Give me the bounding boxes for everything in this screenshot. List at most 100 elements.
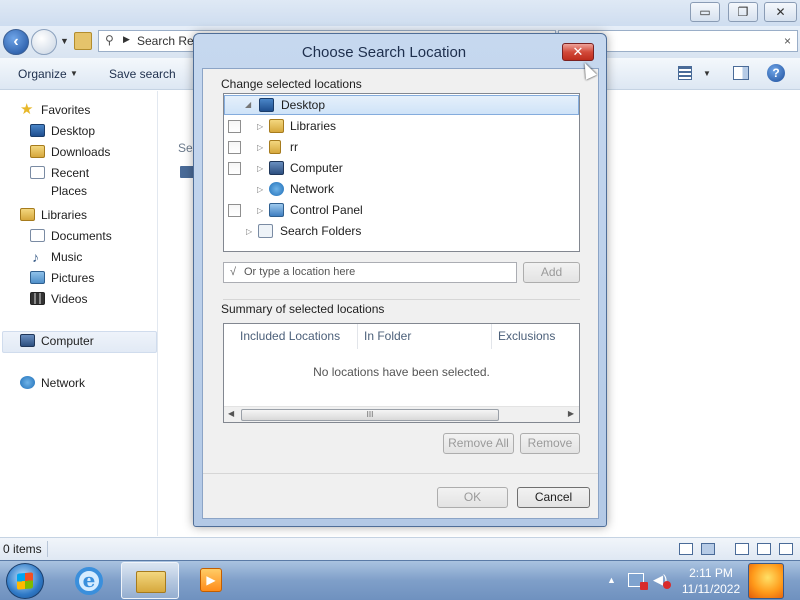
libraries-icon bbox=[269, 119, 284, 133]
collapse-icon[interactable]: ◢ bbox=[245, 96, 251, 114]
music-icon: ♪ bbox=[32, 249, 39, 265]
organize-menu[interactable]: Organize bbox=[18, 67, 67, 81]
ok-button[interactable]: OK bbox=[437, 487, 508, 508]
expand-icon[interactable]: ▷ bbox=[257, 200, 263, 221]
taskbar: e ▶ ▲ ◀) 2:11 PM 11/11/2022 bbox=[0, 560, 800, 600]
clear-search-icon[interactable]: × bbox=[784, 34, 791, 48]
network-icon bbox=[20, 376, 35, 389]
summary-list: Included Locations In Folder Exclusions … bbox=[223, 323, 580, 423]
summary-label: Summary of selected locations bbox=[221, 302, 385, 316]
pictures-icon bbox=[30, 271, 45, 284]
tree-item-desktop[interactable]: ◢ Desktop bbox=[224, 95, 579, 115]
tree-item-label: Search Folders bbox=[280, 224, 362, 238]
column-header-exclusions[interactable]: Exclusions bbox=[492, 324, 579, 349]
tree-item-label: rr bbox=[290, 140, 298, 154]
desktop-icon bbox=[259, 98, 274, 112]
breadcrumb-arrow-icon[interactable]: ▶ bbox=[123, 34, 130, 45]
view-options-chevron-icon[interactable]: ▼ bbox=[703, 69, 711, 78]
media-player-icon: ▶ bbox=[200, 568, 222, 592]
remove-all-button[interactable]: Remove All bbox=[443, 433, 514, 454]
start-button[interactable] bbox=[6, 563, 44, 599]
minimize-button[interactable]: ▭ bbox=[690, 2, 720, 22]
tree-item-label: Control Panel bbox=[290, 203, 363, 217]
chevron-down-icon[interactable]: ▼ bbox=[70, 69, 78, 78]
back-button[interactable]: ‹ bbox=[3, 29, 29, 55]
taskbar-media-player[interactable]: ▶ bbox=[180, 562, 238, 599]
expand-icon[interactable]: ▷ bbox=[257, 137, 263, 158]
checkbox[interactable] bbox=[228, 162, 241, 175]
expand-icon[interactable]: ▷ bbox=[257, 116, 263, 137]
tree-item-network[interactable]: ▷ Network bbox=[224, 179, 579, 200]
view-toggle-icon[interactable] bbox=[735, 543, 749, 555]
nav-item-label: Documents bbox=[51, 229, 112, 243]
checkbox[interactable] bbox=[228, 204, 241, 217]
add-button[interactable]: Add bbox=[523, 262, 580, 283]
nav-item-label: Computer bbox=[41, 334, 94, 348]
clock-time[interactable]: 2:11 PM bbox=[676, 566, 746, 580]
tree-item-label: Network bbox=[290, 182, 335, 196]
tree-item-computer[interactable]: ▷ Computer bbox=[224, 158, 579, 179]
computer-icon bbox=[20, 334, 35, 347]
computer-icon bbox=[269, 161, 284, 175]
divider bbox=[223, 299, 580, 300]
item-count: 0 items bbox=[3, 542, 42, 556]
location-placeholder: Or type a location here bbox=[244, 266, 356, 278]
location-input[interactable]: √ Or type a location here bbox=[223, 262, 517, 283]
checkbox[interactable] bbox=[228, 120, 241, 133]
checkbox[interactable] bbox=[228, 141, 241, 154]
column-header-in-folder[interactable]: In Folder bbox=[358, 324, 492, 349]
clock-date[interactable]: 11/11/2022 bbox=[676, 582, 746, 596]
volume-muted-icon bbox=[663, 581, 671, 589]
nav-item-label: Music bbox=[51, 250, 83, 264]
tree-item-label: Computer bbox=[290, 161, 343, 175]
window-close-button[interactable]: ✕ bbox=[764, 2, 797, 22]
forward-button[interactable] bbox=[31, 29, 57, 55]
tree-item-libraries[interactable]: ▷ Libraries bbox=[224, 116, 579, 137]
show-hidden-icons-icon[interactable]: ▲ bbox=[607, 575, 616, 585]
taskbar-windows-explorer[interactable] bbox=[121, 562, 179, 599]
change-view-icon[interactable] bbox=[678, 66, 692, 80]
divider bbox=[203, 473, 598, 474]
dialog-close-button[interactable]: ✕ bbox=[562, 43, 594, 61]
save-search-button[interactable]: Save search bbox=[109, 67, 176, 81]
remove-button[interactable]: Remove bbox=[520, 433, 580, 454]
view-toggle-icon[interactable] bbox=[779, 543, 793, 555]
maximize-button[interactable]: ❐ bbox=[728, 2, 758, 22]
expand-icon[interactable]: ▷ bbox=[257, 158, 263, 179]
change-locations-label: Change selected locations bbox=[221, 77, 362, 91]
details-view-icon[interactable] bbox=[679, 543, 693, 555]
expand-icon[interactable]: ▷ bbox=[246, 221, 252, 242]
nav-item-label: Desktop bbox=[51, 124, 96, 138]
column-header-included-locations[interactable]: Included Locations bbox=[224, 324, 358, 349]
horizontal-scrollbar[interactable]: ◀ III ▶ bbox=[224, 406, 579, 422]
dialog-body: Change selected locations ◢ Desktop ▷ Li… bbox=[202, 68, 599, 519]
cancel-button[interactable]: Cancel bbox=[517, 487, 590, 508]
thumbnail-view-icon[interactable] bbox=[701, 543, 715, 555]
videos-icon bbox=[30, 292, 45, 305]
tree-item-label: Libraries bbox=[290, 119, 337, 133]
search-folder-icon bbox=[258, 224, 273, 238]
navigation-pane: ★ Favorites Desktop Downloads Recent Pla… bbox=[0, 91, 158, 536]
taskbar-internet-explorer[interactable]: e bbox=[62, 562, 120, 599]
expand-icon[interactable]: ▷ bbox=[257, 179, 263, 200]
network-icon bbox=[269, 182, 284, 196]
tree-item-control-panel[interactable]: ▷ Control Panel bbox=[224, 200, 579, 221]
scrollbar-thumb[interactable]: III bbox=[241, 409, 499, 421]
internet-explorer-icon: e bbox=[75, 567, 103, 595]
scroll-left-icon[interactable]: ◀ bbox=[228, 409, 234, 418]
tree-item-rr[interactable]: ▷ rr bbox=[224, 137, 579, 158]
tree-item-search-folders[interactable]: ▷ Search Folders bbox=[224, 221, 579, 242]
computer-icon bbox=[180, 166, 194, 178]
divider bbox=[47, 541, 48, 557]
view-toggle-icon[interactable] bbox=[757, 543, 771, 555]
window-titlebar: ▭ ❐ ✕ bbox=[0, 0, 800, 28]
scroll-right-icon[interactable]: ▶ bbox=[568, 409, 574, 418]
recent-pages-dropdown-icon[interactable]: ▼ bbox=[60, 36, 69, 46]
preview-pane-icon[interactable] bbox=[733, 66, 749, 80]
address-text: Search Res bbox=[137, 34, 200, 48]
help-icon[interactable]: ? bbox=[767, 64, 785, 82]
user-flower-icon[interactable] bbox=[748, 563, 784, 599]
nav-item-label: Network bbox=[41, 376, 86, 390]
tree-item-label: Desktop bbox=[281, 98, 326, 112]
status-bar: 0 items bbox=[0, 537, 800, 560]
